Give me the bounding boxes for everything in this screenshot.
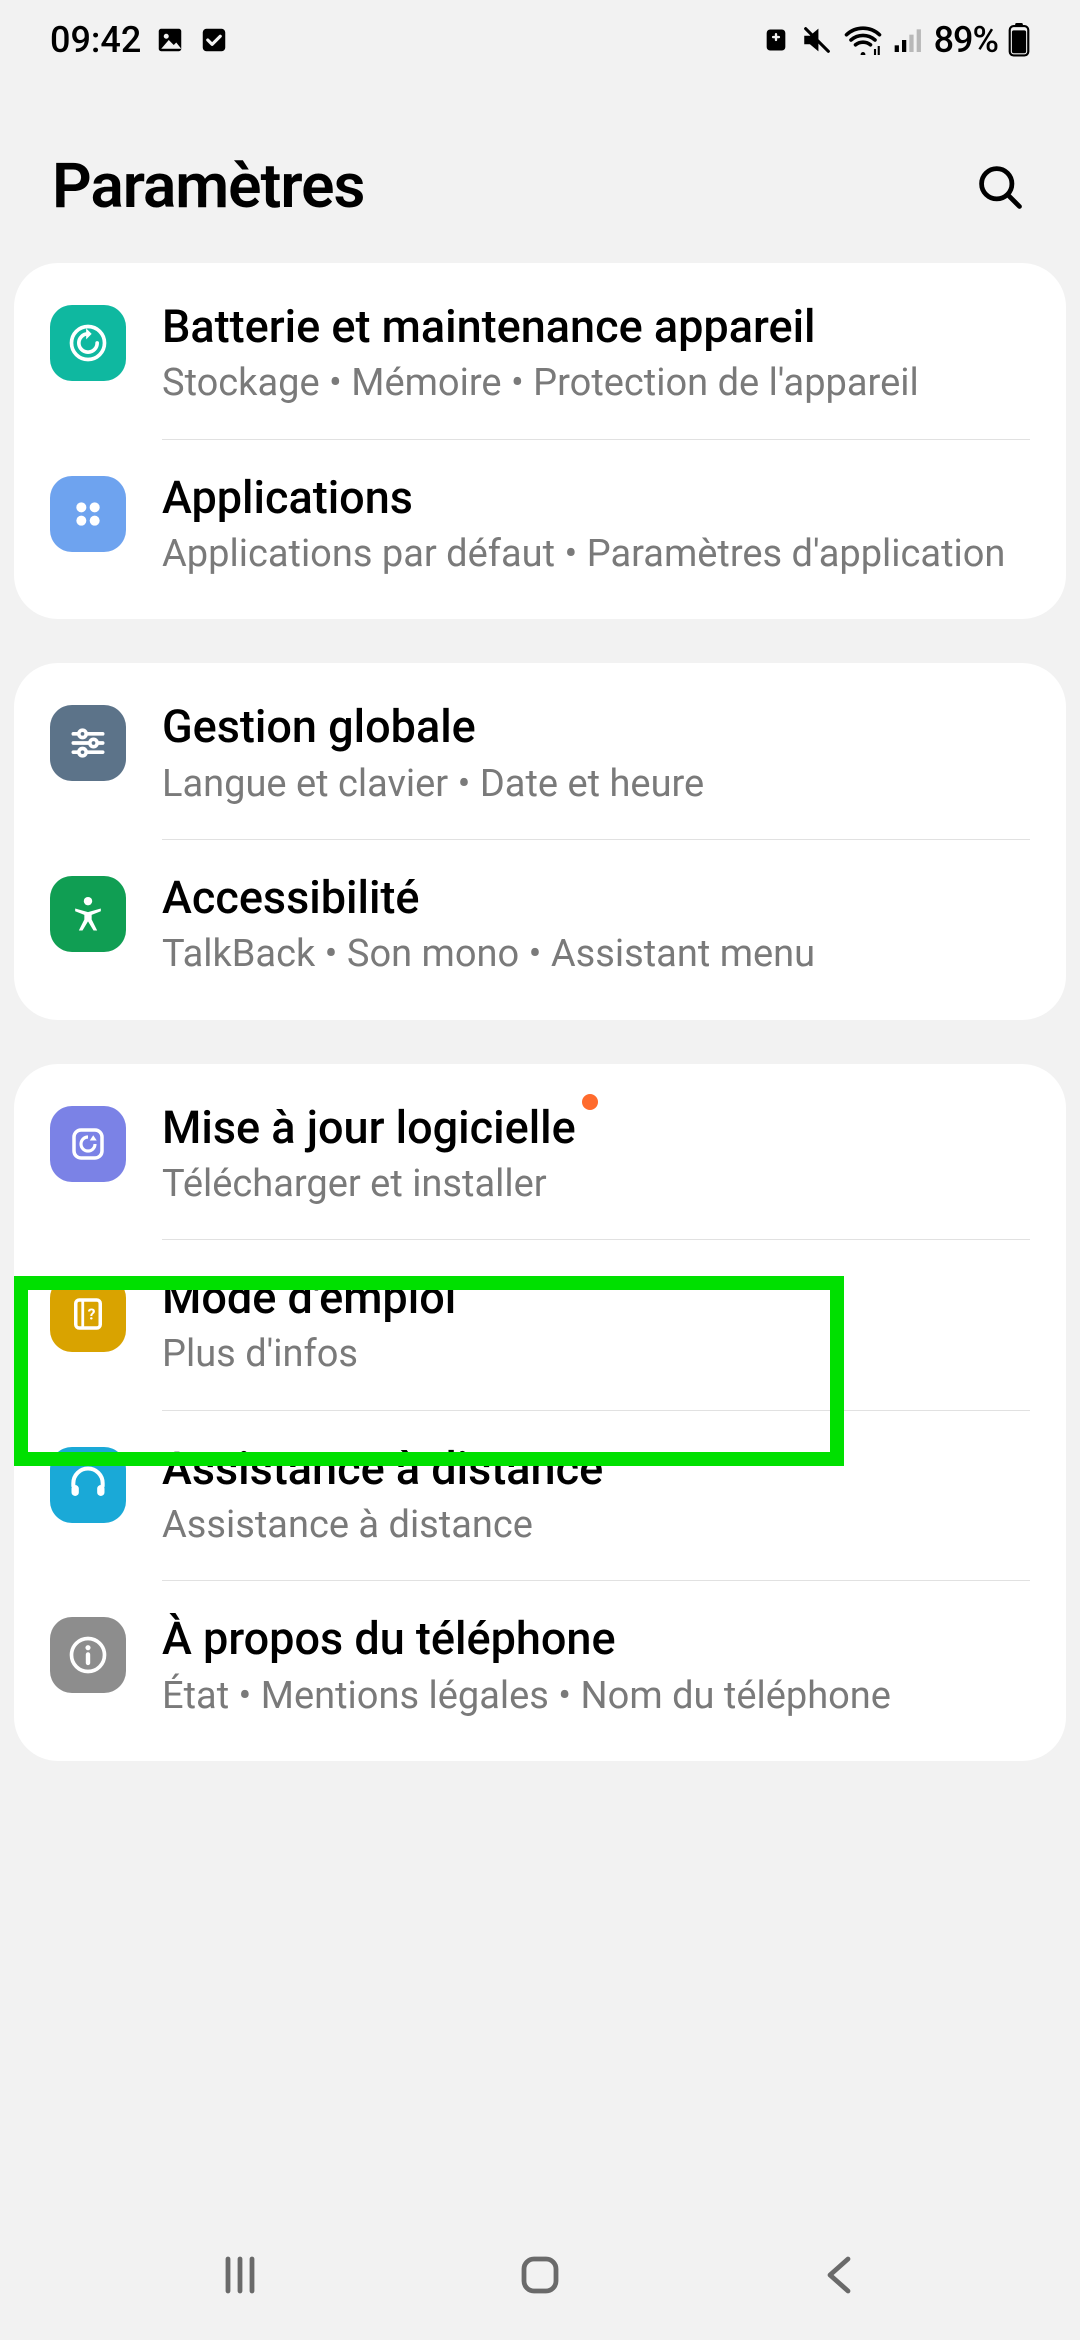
item-subtitle: Stockage • Mémoire • Protection de l'app…	[162, 359, 1030, 408]
item-title: Gestion globale	[162, 699, 476, 755]
item-title: Batterie et maintenance appareil	[162, 299, 816, 355]
settings-item-accessibility[interactable]: Accessibilité TalkBack • Son mono • Assi…	[14, 840, 1066, 1020]
recents-icon	[216, 2251, 264, 2299]
item-title: Accessibilité	[162, 870, 420, 926]
battery-icon	[1008, 23, 1030, 57]
settings-header: Paramètres	[0, 80, 1080, 263]
device-care-icon	[50, 305, 126, 381]
update-badge-icon	[582, 1094, 598, 1110]
signal-icon	[892, 25, 924, 55]
status-right: 89%	[762, 19, 1030, 61]
item-subtitle: État • Mentions légales • Nom du télépho…	[162, 1672, 1030, 1721]
page-title: Paramètres	[52, 150, 364, 223]
settings-item-software-update[interactable]: Mise à jour logicielle Télécharger et in…	[14, 1064, 1066, 1240]
item-subtitle: Assistance à distance	[162, 1501, 1030, 1550]
item-subtitle: Langue et clavier • Date et heure	[162, 760, 1030, 809]
settings-group-1: Batterie et maintenance appareil Stockag…	[14, 263, 1066, 619]
item-subtitle: Applications par défaut • Paramètres d'a…	[162, 530, 1030, 579]
home-icon	[516, 2251, 564, 2299]
home-button[interactable]	[505, 2244, 575, 2306]
remote-support-icon	[50, 1447, 126, 1523]
item-title: Assistance à distance	[162, 1441, 603, 1497]
general-icon	[50, 705, 126, 781]
status-time: 09:42	[50, 19, 141, 61]
settings-item-user-manual[interactable]: ? Mode d'emploi Plus d'infos	[14, 1240, 1066, 1410]
picture-icon	[155, 25, 185, 55]
item-title: Mode d'emploi	[162, 1270, 456, 1326]
navigation-bar	[0, 2210, 1080, 2340]
item-subtitle: Télécharger et installer	[162, 1160, 1030, 1209]
item-subtitle: Plus d'infos	[162, 1330, 1030, 1379]
item-subtitle: TalkBack • Son mono • Assistant menu	[162, 930, 1030, 979]
check-icon	[199, 25, 229, 55]
svg-text:?: ?	[88, 1304, 96, 1323]
recents-button[interactable]	[205, 2244, 275, 2306]
user-manual-icon: ?	[50, 1276, 126, 1352]
data-saver-icon	[762, 26, 790, 54]
back-button[interactable]	[805, 2244, 875, 2306]
accessibility-icon	[50, 876, 126, 952]
item-title: Applications	[162, 470, 413, 526]
settings-item-device-care[interactable]: Batterie et maintenance appareil Stockag…	[14, 263, 1066, 439]
settings-item-general[interactable]: Gestion globale Langue et clavier • Date…	[14, 663, 1066, 839]
software-update-icon	[50, 1106, 126, 1182]
search-icon	[974, 161, 1026, 213]
settings-group-2: Gestion globale Langue et clavier • Date…	[14, 663, 1066, 1019]
settings-item-applications[interactable]: Applications Applications par défaut • P…	[14, 440, 1066, 620]
settings-item-about-phone[interactable]: À propos du téléphone État • Mentions lé…	[14, 1581, 1066, 1761]
settings-group-3: Mise à jour logicielle Télécharger et in…	[14, 1064, 1066, 1762]
item-title: Mise à jour logicielle	[162, 1100, 576, 1156]
battery-percent: 89%	[934, 19, 998, 61]
about-phone-icon	[50, 1617, 126, 1693]
search-button[interactable]	[972, 159, 1028, 215]
settings-item-remote-support[interactable]: Assistance à distance Assistance à dista…	[14, 1411, 1066, 1581]
status-left: 09:42	[50, 19, 229, 61]
wifi-icon	[844, 25, 882, 55]
applications-icon	[50, 476, 126, 552]
item-title: À propos du téléphone	[162, 1611, 616, 1667]
status-bar: 09:42 89%	[0, 0, 1080, 80]
back-icon	[816, 2251, 864, 2299]
mute-icon	[800, 23, 834, 57]
